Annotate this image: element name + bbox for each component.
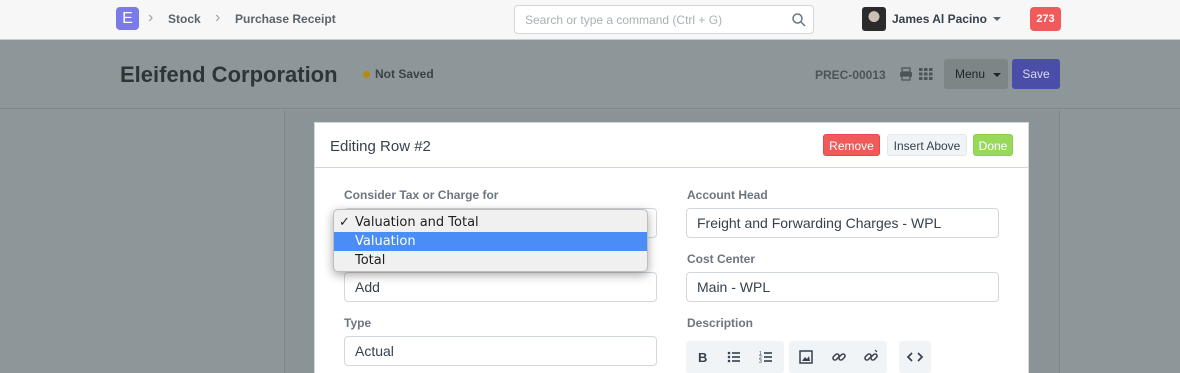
cost-center-field[interactable]: Main - WPL xyxy=(686,272,999,302)
numbered-list-icon[interactable]: 1 2 3 xyxy=(758,349,774,365)
chevron-right-icon: › xyxy=(215,9,221,26)
print-icon[interactable] xyxy=(899,67,913,81)
search-icon[interactable] xyxy=(791,12,807,28)
chevron-right-icon: › xyxy=(148,9,154,26)
account-head-field[interactable]: Freight and Forwarding Charges - WPL xyxy=(686,208,999,238)
code-icon[interactable] xyxy=(907,349,923,365)
consider-tax-label: Consider Tax or Charge for xyxy=(344,188,499,202)
panel-header: Editing Row #2 Remove Insert Above Done xyxy=(315,123,1028,168)
unlink-icon[interactable] xyxy=(863,349,879,365)
image-icon[interactable] xyxy=(798,349,814,365)
editor-toolbar-insert xyxy=(789,341,887,373)
dropdown-option-label: Total xyxy=(355,253,386,268)
editor-toolbar-text: B 1 2 3 xyxy=(686,341,784,373)
account-head-label: Account Head xyxy=(687,188,768,202)
navbar: E › Stock › Purchase Receipt Search or t… xyxy=(0,0,1180,40)
notification-badge[interactable]: 273 xyxy=(1030,7,1061,31)
app-logo[interactable]: E xyxy=(116,7,139,30)
dropdown-option-valuation[interactable]: Valuation xyxy=(334,232,647,251)
type-label: Type xyxy=(344,316,372,330)
checkmark-icon: ✓ xyxy=(339,215,350,230)
add-deduct-select[interactable]: Add xyxy=(344,272,657,302)
link-icon[interactable] xyxy=(831,349,847,365)
status-badge: Not Saved xyxy=(375,67,434,81)
svg-text:3: 3 xyxy=(759,359,762,365)
consider-tax-dropdown: ✓ Valuation and Total Valuation Total xyxy=(333,209,648,272)
user-menu[interactable]: James Al Pacino xyxy=(892,12,987,26)
type-select[interactable]: Actual xyxy=(344,336,657,366)
avatar[interactable] xyxy=(862,7,886,31)
search-input[interactable]: Search or type a command (Ctrl + G) xyxy=(514,5,814,34)
document-name: PREC-00013 xyxy=(815,68,886,82)
panel-title: Editing Row #2 xyxy=(330,138,431,155)
save-button[interactable]: Save xyxy=(1012,59,1060,89)
status-indicator-icon xyxy=(363,71,370,78)
page-head: Eleifend Corporation Not Saved PREC-0001… xyxy=(0,40,1180,109)
caret-down-icon[interactable] xyxy=(993,17,1001,21)
caret-down-icon xyxy=(993,73,1001,77)
menu-button-label: Menu xyxy=(955,67,986,81)
dropdown-option-total[interactable]: Total xyxy=(334,251,647,270)
search-placeholder: Search or type a command (Ctrl + G) xyxy=(525,13,723,27)
dropdown-option-label: Valuation xyxy=(355,234,416,249)
svg-text:B: B xyxy=(698,350,707,365)
cost-center-label: Cost Center xyxy=(687,252,756,266)
insert-above-button[interactable]: Insert Above xyxy=(887,134,967,156)
breadcrumb-purchase-receipt[interactable]: Purchase Receipt xyxy=(235,12,336,26)
grid-icon[interactable] xyxy=(919,67,933,81)
done-button[interactable]: Done xyxy=(973,134,1013,156)
description-label: Description xyxy=(687,316,754,330)
editor-toolbar-code xyxy=(899,341,931,373)
bold-icon[interactable]: B xyxy=(694,349,710,365)
dropdown-option-valuation-and-total[interactable]: ✓ Valuation and Total xyxy=(334,213,647,232)
page-title: Eleifend Corporation xyxy=(120,62,338,87)
remove-button[interactable]: Remove xyxy=(823,134,880,156)
menu-button[interactable]: Menu xyxy=(944,59,1008,89)
dropdown-option-label: Valuation and Total xyxy=(355,215,479,230)
breadcrumb-stock[interactable]: Stock xyxy=(168,12,201,26)
bullet-list-icon[interactable] xyxy=(726,349,742,365)
